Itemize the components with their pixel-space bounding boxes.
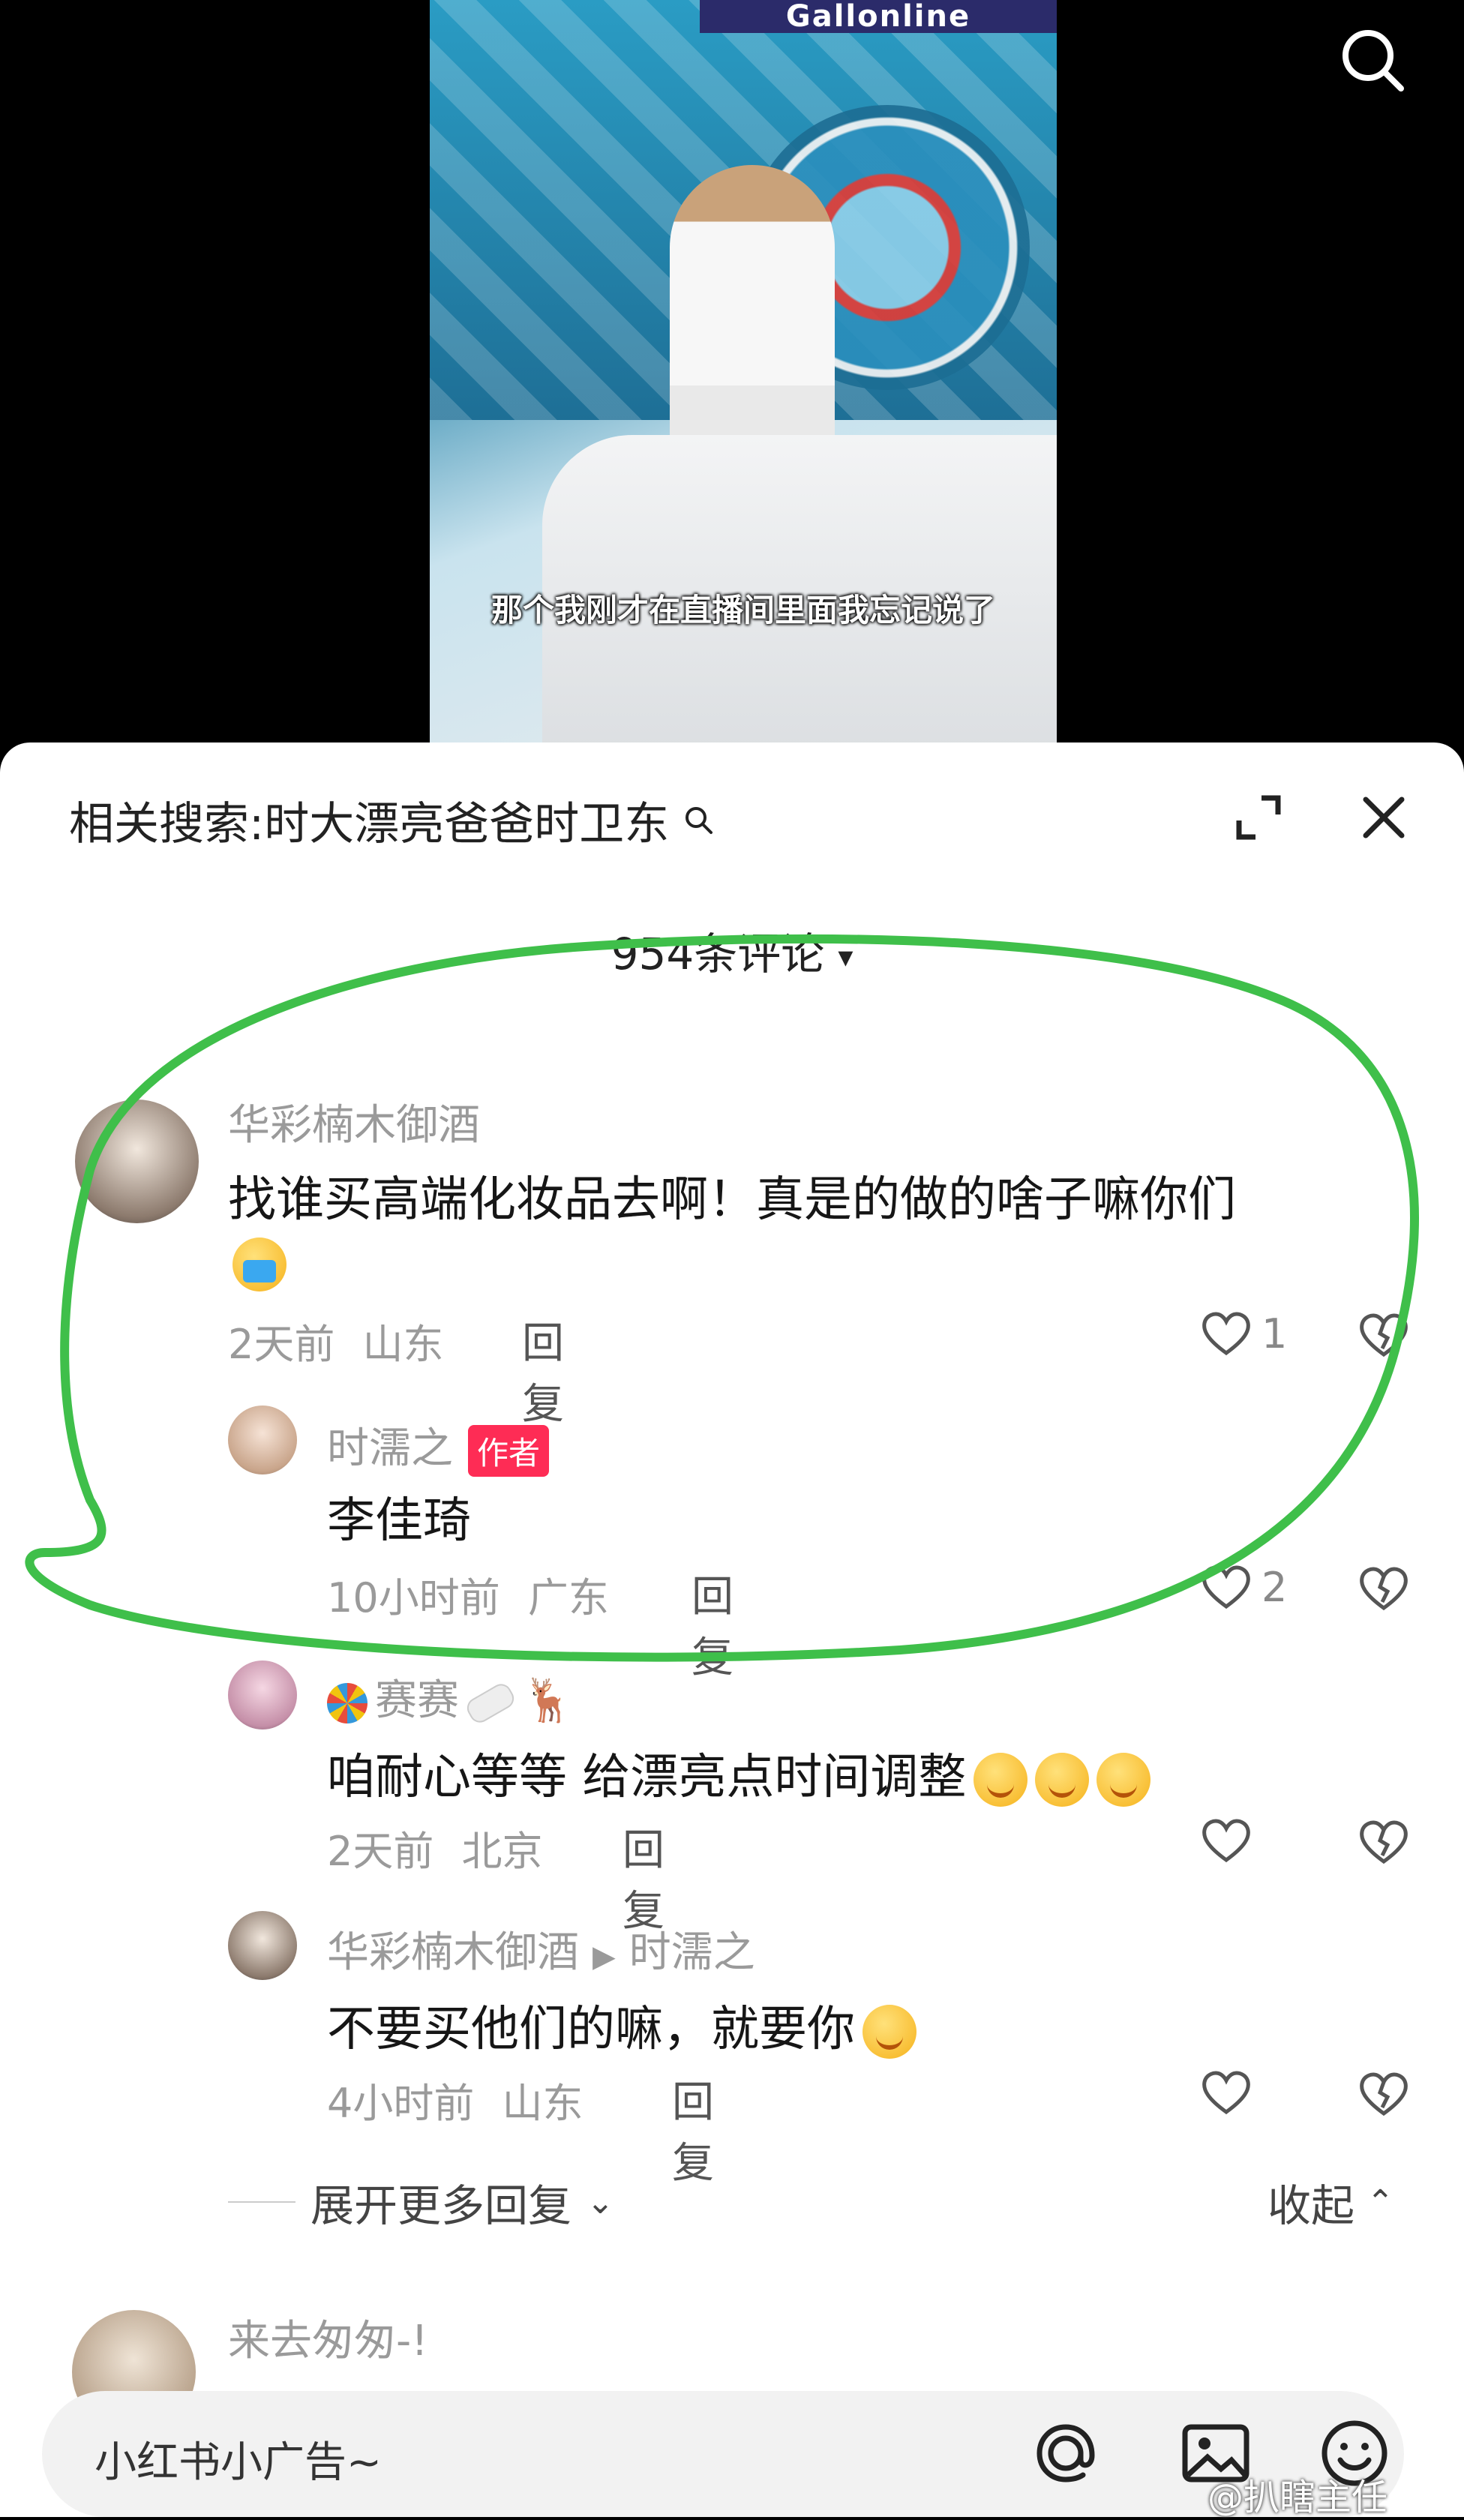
related-search[interactable]: 相关搜索:时大漂亮爸爸时卫东 (69, 788, 716, 853)
reply-meta: 10小时前 广东 (327, 1564, 609, 1624)
chevron-up-icon: ⌃ (1366, 2182, 1394, 2222)
comment-meta: 2天前 山东 (228, 1311, 444, 1370)
comment-location: 山东 (362, 1321, 444, 1368)
like-button[interactable] (1200, 1816, 1252, 1864)
expand-button[interactable] (1228, 788, 1288, 848)
reply-meta: 2天前 北京 (327, 1818, 543, 1877)
comment-count-text: 954条评论 (610, 928, 825, 980)
commenter-name[interactable]: 来去匆匆-! (228, 2307, 428, 2368)
author-badge: 作者 (468, 1425, 550, 1478)
sleepy-emoji-icon (862, 2005, 916, 2060)
related-search-label[interactable]: 相关搜索:时大漂亮爸爸时卫东 (69, 788, 669, 853)
chevron-down-icon: ⌄ (586, 2182, 614, 2222)
reply-time: 10小时前 (327, 1574, 500, 1622)
comment-count[interactable]: 954条评论 ▾ (0, 919, 1464, 982)
reply-location: 北京 (461, 1828, 543, 1875)
avatar[interactable] (228, 1660, 297, 1730)
replier-name[interactable]: 华彩楠木御酒 ▶ 时濡之 (327, 1918, 755, 1979)
collapse-label: 收起 (1268, 2180, 1355, 2231)
at-icon (1036, 2424, 1095, 2482)
replier-name[interactable]: 赛赛 🦌 (327, 1666, 574, 1727)
caret-right-icon: ▶ (592, 1940, 616, 1974)
avatar[interactable] (75, 1100, 199, 1223)
dislike-button[interactable] (1358, 2070, 1410, 2121)
smiling-emoji-icon (974, 1753, 1028, 1808)
deer-icon: 🦌 (522, 1676, 574, 1725)
comment-time: 2天前 (228, 1321, 335, 1368)
heart-icon (1202, 1819, 1250, 1863)
reply-button[interactable]: 回复 (522, 1310, 564, 1431)
presenter (670, 165, 835, 480)
mention-button[interactable] (1024, 2412, 1107, 2494)
heart-icon (1202, 2071, 1250, 2115)
divider (228, 2201, 296, 2203)
reply-text-content: 不要买他们的嘛，就要你 (327, 2002, 855, 2057)
stage-banner: Gallonline (700, 0, 1057, 33)
video-area[interactable]: Gallonline 那个我刚才在直播间里面我忘记说了 (0, 0, 1464, 750)
reply-meta: 4小时前 山东 (327, 2070, 584, 2129)
dislike-button[interactable] (1358, 1311, 1410, 1362)
expand-icon (1236, 795, 1281, 840)
reply-to-name[interactable]: 时濡之 (629, 1928, 755, 1977)
smiling-emoji-icon (1035, 1753, 1090, 1808)
comment-text: 找谁买高端化妆品去啊！真是的做的啥子嘛你们 (228, 1172, 1236, 1228)
like-count: 2 (1262, 1563, 1288, 1611)
reply-time: 4小时前 (327, 2080, 475, 2127)
commenter-name[interactable]: 华彩楠木御酒 (228, 1091, 480, 1152)
replier-name[interactable]: 时濡之 作者 (327, 1414, 550, 1478)
avatar[interactable] (228, 1406, 297, 1474)
close-button[interactable] (1354, 788, 1414, 848)
replier-name-text: 赛赛 (375, 1676, 459, 1725)
reply-location: 山东 (502, 2080, 584, 2127)
like-button[interactable]: 2 (1200, 1563, 1287, 1611)
avatar[interactable] (228, 1911, 297, 1980)
watermark: @扒瞎主任 (1208, 2476, 1388, 2518)
reply-text: 咱耐心等等 给漂亮点时间调整 (327, 1738, 1151, 1808)
bottle-icon (463, 1680, 518, 1726)
reply-button[interactable]: 回复 (692, 1563, 734, 1684)
search-icon (1342, 30, 1404, 92)
reply-text: 不要买他们的嘛，就要你 (327, 1990, 916, 2060)
collapse-button[interactable]: 收起 ⌃ (1268, 2170, 1394, 2234)
heart-icon (1202, 1565, 1250, 1610)
reply-time: 2天前 (327, 1828, 434, 1875)
video-frame[interactable]: Gallonline 那个我刚才在直播间里面我忘记说了 (430, 0, 1057, 750)
expand-more-replies[interactable]: 展开更多回复 ⌄ (228, 2170, 614, 2234)
like-button[interactable] (1200, 2068, 1252, 2116)
reply-text: 李佳琦 (327, 1493, 471, 1549)
reply-location: 广东 (527, 1574, 609, 1622)
heart-icon (1202, 1312, 1250, 1356)
dislike-button[interactable] (1358, 1818, 1410, 1869)
lollipop-icon (327, 1682, 368, 1724)
broken-heart-icon (1360, 2072, 1408, 2116)
expand-more-label: 展开更多回复 (310, 2180, 572, 2231)
chevron-down-icon: ▾ (838, 939, 854, 974)
comment-input[interactable]: 小红书小广告~ (94, 2428, 382, 2489)
search-icon (686, 806, 713, 834)
like-button[interactable]: 1 (1200, 1310, 1287, 1358)
replier-name-text: 华彩楠木御酒 (327, 1928, 579, 1977)
crying-emoji-icon (232, 1238, 286, 1292)
broken-heart-icon (1360, 1820, 1408, 1864)
close-icon (1363, 796, 1405, 838)
dislike-button[interactable] (1358, 1564, 1410, 1616)
search-button[interactable] (1335, 22, 1410, 98)
reply-button[interactable]: 回复 (672, 2068, 714, 2190)
broken-heart-icon (1360, 1313, 1408, 1358)
like-count: 1 (1262, 1310, 1288, 1358)
video-caption: 那个我刚才在直播间里面我忘记说了 (490, 592, 995, 628)
comment-input-bar[interactable]: 小红书小广告~ (42, 2391, 1404, 2517)
broken-heart-icon (1360, 1567, 1408, 1611)
smiling-emoji-icon (1096, 1753, 1151, 1808)
replier-name-text: 时濡之 (327, 1424, 453, 1473)
reply-text-content: 咱耐心等等 给漂亮点时间调整 (327, 1750, 967, 1805)
